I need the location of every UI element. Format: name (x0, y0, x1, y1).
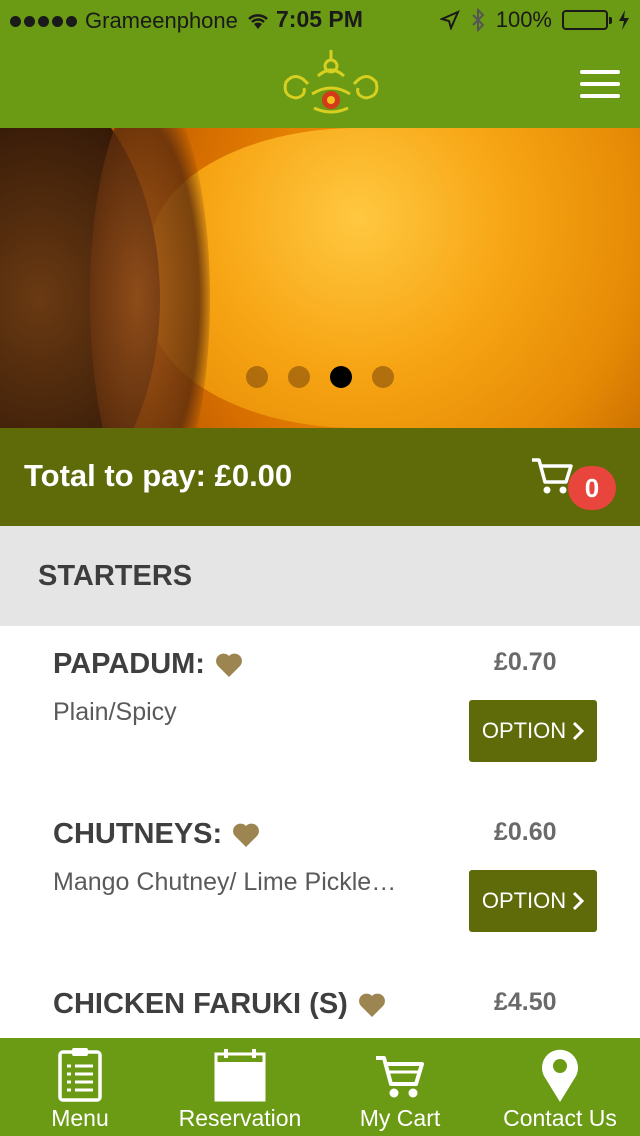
pager-dot[interactable] (246, 366, 268, 388)
status-bar: Grameenphone 7:05 PM 100% (0, 0, 640, 40)
item-price: £0.60 (494, 818, 557, 846)
menu-clipboard-icon (58, 1048, 102, 1102)
tab-my-cart[interactable]: My Cart (320, 1038, 480, 1136)
heart-icon[interactable] (358, 992, 386, 1018)
item-name: CHUTNEYS: (53, 818, 223, 850)
section-header-starters: STARTERS (0, 526, 640, 626)
tab-label: Contact Us (503, 1105, 617, 1131)
restaurant-logo-icon (283, 50, 379, 114)
chevron-right-icon (573, 721, 585, 741)
signal-dots-icon (10, 15, 77, 27)
map-pin-icon (542, 1049, 578, 1102)
battery-icon (562, 10, 612, 30)
carrier-name: Grameenphone (85, 8, 238, 33)
item-name: PAPADUM: (53, 648, 205, 680)
heart-icon[interactable] (232, 822, 260, 848)
status-time: 7:05 PM (276, 6, 363, 32)
tab-label: My Cart (359, 1105, 441, 1131)
pager-dot[interactable] (372, 366, 394, 388)
tab-label: Menu (51, 1105, 109, 1131)
cart-icon (376, 1056, 424, 1098)
list-item: PAPADUM: Plain/Spicy £0.70 OPTION (0, 626, 640, 796)
calendar-icon (214, 1049, 266, 1102)
bluetooth-icon (472, 8, 485, 32)
total-to-pay: Total to pay: £0.00 (24, 458, 293, 493)
option-button[interactable]: OPTION (469, 870, 597, 932)
chevron-right-icon (573, 891, 585, 911)
tab-menu[interactable]: Menu (0, 1038, 160, 1136)
list-item: CHUTNEYS: Mango Chutney/ Lime Pickle… £0… (0, 796, 640, 966)
heart-icon[interactable] (215, 652, 243, 678)
item-price: £4.50 (494, 988, 557, 1016)
top-bar: Grameenphone 7:05 PM 100% (0, 0, 640, 128)
hamburger-icon (580, 70, 620, 74)
tab-label: Reservation (178, 1105, 302, 1131)
option-label: OPTION (481, 718, 567, 743)
item-price: £0.70 (494, 648, 557, 676)
tab-reservation[interactable]: Reservation (160, 1038, 320, 1136)
bolt-icon (619, 10, 629, 30)
battery-percent: 100% (495, 7, 552, 32)
location-arrow-icon (439, 10, 460, 30)
item-name: CHICKEN FARUKI (S) (53, 988, 348, 1020)
item-description: Mango Chutney/ Lime Pickle… (53, 868, 397, 896)
tab-contact-us[interactable]: Contact Us (480, 1038, 640, 1136)
option-label: OPTION (481, 888, 567, 913)
carousel-pager (246, 366, 394, 388)
wifi-icon (248, 14, 268, 29)
section-title: STARTERS (38, 560, 193, 592)
option-button[interactable]: OPTION (469, 700, 597, 762)
pager-dot[interactable] (288, 366, 310, 388)
cart-count-badge: 0 (568, 466, 616, 510)
item-description: Plain/Spicy (53, 698, 177, 726)
hamburger-menu-button[interactable] (580, 70, 620, 100)
pager-dot-active[interactable] (330, 366, 352, 388)
bottom-tab-bar: Menu Reservation My Cart Contact Us (0, 1038, 640, 1136)
